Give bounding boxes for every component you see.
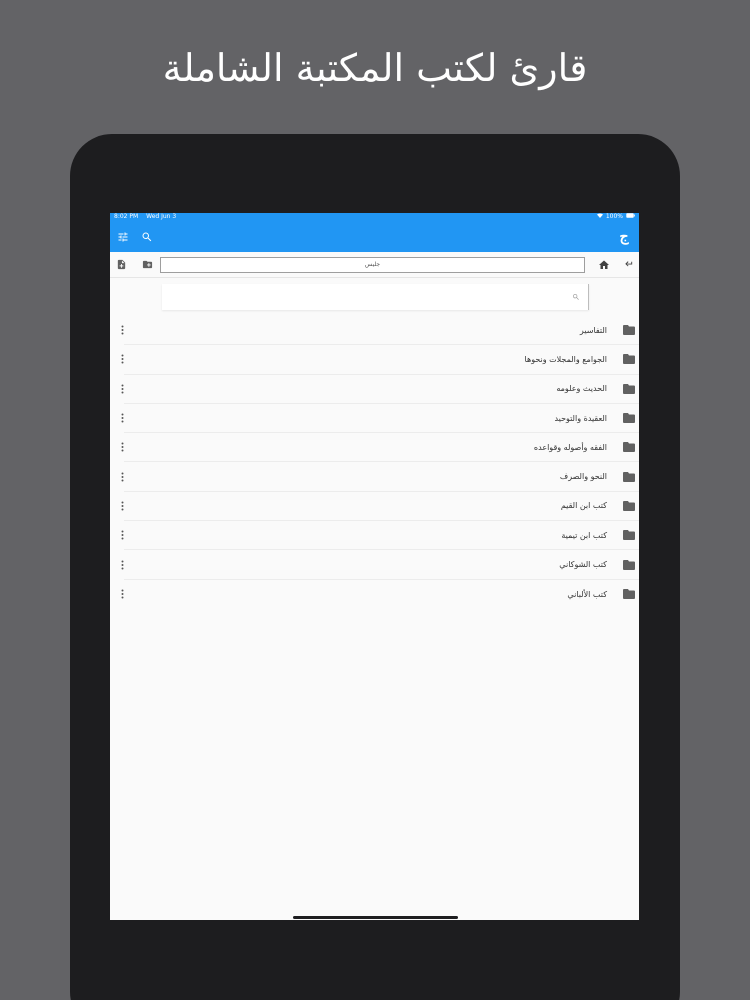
more-vert-icon[interactable]	[118, 325, 126, 335]
status-date: Wed Jun 3	[146, 213, 177, 220]
new-file-icon[interactable]	[114, 258, 128, 272]
folder-icon	[623, 589, 635, 600]
folder-icon	[623, 500, 635, 511]
more-vert-icon[interactable]	[118, 560, 126, 570]
list-item[interactable]: الحديث وعلومه	[121, 375, 639, 404]
folder-icon	[623, 471, 635, 482]
search-box	[162, 284, 589, 310]
status-bar: 8:02 PM Wed Jun 3 100%	[110, 213, 639, 221]
folder-label: الجوامع والمجلات ونحوها	[524, 354, 607, 364]
promo-title: قارئ لكتب المكتبة الشاملة	[162, 46, 588, 90]
list-item[interactable]: الفقه وأصوله وقواعده	[121, 433, 639, 463]
search-icon[interactable]	[140, 230, 154, 244]
folder-label: الحديث وعلومه	[556, 384, 607, 394]
folder-label: كتب ابن القيم	[560, 501, 607, 511]
folder-icon	[623, 413, 635, 424]
more-vert-icon[interactable]	[118, 501, 126, 511]
folder-label: كتب الألباني	[567, 589, 607, 599]
folder-label: التفاسير	[579, 325, 607, 335]
folder-icon	[623, 530, 635, 541]
more-vert-icon[interactable]	[118, 354, 126, 364]
list-item[interactable]: كتب ابن تيمية	[121, 521, 639, 551]
back-icon[interactable]	[621, 258, 635, 272]
list-item[interactable]: الجوامع والمجلات ونحوها	[121, 345, 639, 375]
more-vert-icon[interactable]	[118, 384, 126, 394]
home-indicator	[293, 916, 458, 919]
list-item[interactable]: كتب الشوكاني	[121, 550, 639, 580]
folder-list: التفاسير الجوامع والمجلات ونحوها الحديث …	[110, 316, 639, 609]
list-item[interactable]: النحو والصرف	[121, 462, 639, 492]
search-field-icon	[572, 293, 580, 301]
list-item[interactable]: كتب ابن القيم	[121, 492, 639, 522]
folder-icon	[623, 383, 635, 394]
tune-icon[interactable]	[116, 230, 130, 244]
more-vert-icon[interactable]	[118, 413, 126, 423]
app-screen: 8:02 PM Wed Jun 3 100% ج جليس التفاسير ا…	[110, 213, 639, 920]
battery-text: 100%	[605, 213, 623, 220]
more-vert-icon[interactable]	[118, 530, 126, 540]
folder-icon	[623, 325, 635, 336]
search-input[interactable]	[162, 287, 572, 307]
folder-icon	[623, 354, 635, 365]
new-folder-icon[interactable]	[140, 258, 154, 272]
status-time: 8:02 PM	[114, 213, 139, 220]
folder-label: النحو والصرف	[559, 472, 607, 482]
list-item[interactable]: كتب الألباني	[121, 580, 639, 609]
folder-label: كتب ابن تيمية	[561, 530, 607, 540]
list-item[interactable]: العقيدة والتوحيد	[121, 404, 639, 434]
folder-label: الفقه وأصوله وقواعده	[533, 442, 607, 452]
home-icon[interactable]	[597, 258, 611, 272]
folder-label: العقيدة والتوحيد	[554, 413, 607, 423]
path-toolbar: جليس	[110, 252, 639, 278]
app-logo: ج	[619, 228, 629, 245]
folder-label: كتب الشوكاني	[559, 560, 607, 570]
list-item[interactable]: التفاسير	[121, 316, 639, 346]
wifi-icon	[596, 213, 603, 221]
more-vert-icon[interactable]	[118, 589, 126, 599]
app-bar: ج	[110, 221, 639, 252]
battery-icon	[626, 213, 635, 221]
more-vert-icon[interactable]	[118, 442, 126, 452]
path-field[interactable]: جليس	[160, 256, 585, 273]
folder-icon	[623, 559, 635, 570]
more-vert-icon[interactable]	[118, 472, 126, 482]
folder-icon	[623, 442, 635, 453]
search-area	[110, 278, 639, 316]
